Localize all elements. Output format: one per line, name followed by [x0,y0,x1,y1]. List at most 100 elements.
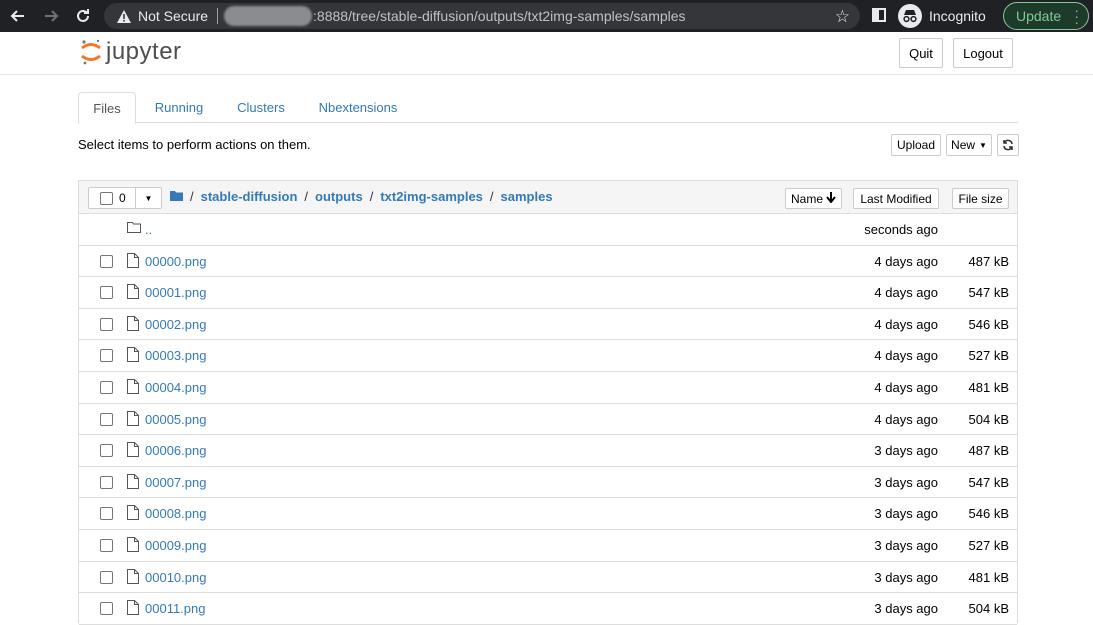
tab-clusters[interactable]: Clusters [228,92,294,123]
table-row[interactable]: 00007.png 3 days ago 547 kB [79,466,1017,499]
file-name-link[interactable]: 00004.png [145,380,206,395]
incognito-indicator[interactable]: Incognito [898,3,986,29]
security-label[interactable]: Not Secure [138,8,208,24]
row-checkbox[interactable] [100,570,113,584]
logo-text: jupyter [106,38,182,65]
row-checkbox[interactable] [100,444,113,458]
tab-files[interactable]: Files [78,92,136,124]
file-name-link[interactable]: 00002.png [145,317,206,332]
side-panel-icon[interactable] [872,8,886,22]
file-name-link[interactable]: 00001.png [145,285,206,300]
file-modified: 4 days ago [874,253,938,269]
bookmark-star-icon[interactable]: ☆ [835,7,850,27]
row-checkbox[interactable] [100,507,113,521]
row-checkbox[interactable] [100,538,113,552]
sort-by-modified-button[interactable]: Last Modified [853,188,939,209]
new-dropdown-button[interactable]: New ▼ [946,134,992,156]
row-checkbox[interactable] [100,286,113,300]
breadcrumb-item[interactable]: txt2img-samples [380,189,483,204]
file-size: 527 kB [968,537,1009,553]
file-name-link[interactable]: 00006.png [145,443,206,458]
table-row[interactable]: 00005.png 4 days ago 504 kB [79,403,1017,436]
back-button[interactable] [4,2,32,30]
file-list-header: 0 ▼ / stable-diffusion / outputs / txt2i… [79,181,1017,214]
file-icon [127,473,139,492]
file-name-link[interactable]: 00011.png [145,601,206,616]
file-modified: 3 days ago [874,506,938,522]
folder-outline-icon [127,221,141,236]
row-checkbox[interactable] [100,317,113,331]
file-name-link[interactable]: 00007.png [145,475,206,490]
file-name-link[interactable]: 00008.png [145,506,206,521]
sort-by-size-button[interactable]: File size [952,188,1009,209]
file-name-link[interactable]: 00000.png [145,254,206,269]
file-size: 527 kB [968,348,1009,364]
incognito-icon [898,4,922,28]
table-row[interactable]: 00001.png 4 days ago 547 kB [79,277,1017,309]
file-icon [127,410,139,429]
table-row[interactable]: 00003.png 4 days ago 527 kB [79,340,1017,372]
select-all-checkbox[interactable] [100,191,113,205]
file-modified: 3 days ago [874,537,938,553]
table-row[interactable]: 00010.png 3 days ago 481 kB [79,561,1017,594]
file-icon [127,600,139,618]
file-modified: 4 days ago [874,379,938,395]
incognito-label: Incognito [929,8,986,24]
file-size: 481 kB [968,379,1009,395]
quit-button[interactable]: Quit [899,38,943,68]
logout-button[interactable]: Logout [953,38,1013,68]
file-icon [127,536,139,555]
file-name-link[interactable]: 00003.png [145,348,206,363]
file-modified: 3 days ago [874,569,938,585]
refresh-button[interactable] [997,134,1019,156]
parent-directory-row[interactable]: .. seconds ago [79,214,1017,246]
breadcrumb: / stable-diffusion / outputs / txt2img-s… [170,189,553,204]
file-modified: 4 days ago [874,316,938,332]
select-all-control[interactable]: 0 ▼ [88,187,162,209]
row-checkbox[interactable] [100,349,113,363]
jupyter-logo[interactable]: jupyter [80,38,182,66]
file-icon [127,252,139,271]
tab-running[interactable]: Running [144,92,214,123]
sort-by-name-button[interactable]: Name [785,188,842,209]
table-row[interactable]: 00011.png 3 days ago 504 kB [79,593,1017,625]
update-button[interactable]: Update · · · [1003,2,1089,30]
row-checkbox[interactable] [100,380,113,394]
row-checkbox[interactable] [100,254,113,268]
file-name-link[interactable]: 00009.png [145,538,206,553]
parent-modified: seconds ago [864,222,938,237]
selected-count: 0 [119,191,126,205]
file-size: 481 kB [968,569,1009,585]
tab-nbextensions[interactable]: Nbextensions [310,92,406,123]
table-row[interactable]: 00008.png 3 days ago 546 kB [79,498,1017,530]
file-modified: 3 days ago [874,474,938,490]
address-separator [217,8,219,24]
file-icon [127,568,139,587]
file-list: 0 ▼ / stable-diffusion / outputs / txt2i… [78,180,1018,625]
redacted-host [224,6,313,26]
file-name-link[interactable]: 00010.png [145,570,206,585]
select-menu-caret-icon[interactable]: ▼ [135,188,161,208]
reload-button[interactable] [69,2,97,30]
file-name-link[interactable]: 00005.png [145,412,206,427]
forward-button[interactable] [37,2,65,30]
file-modified: 4 days ago [874,348,938,364]
row-checkbox[interactable] [100,602,113,616]
breadcrumb-item[interactable]: stable-diffusion [201,189,298,204]
row-checkbox[interactable] [100,412,113,426]
breadcrumb-item[interactable]: outputs [315,189,363,204]
table-row[interactable]: 00000.png 4 days ago 487 kB [79,245,1017,278]
table-row[interactable]: 00006.png 3 days ago 487 kB [79,435,1017,467]
breadcrumb-item[interactable]: samples [501,189,553,204]
table-row[interactable]: 00004.png 4 days ago 481 kB [79,371,1017,404]
row-checkbox[interactable] [100,475,113,489]
update-label: Update [1016,8,1062,24]
parent-directory-link[interactable]: .. [145,222,152,237]
table-row[interactable]: 00009.png 3 days ago 527 kB [79,529,1017,562]
file-size: 504 kB [968,411,1009,427]
table-row[interactable]: 00002.png 4 days ago 546 kB [79,308,1017,341]
address-bar[interactable]: Not Secure :8888/tree/stable-diffusion/o… [104,3,860,29]
upload-button[interactable]: Upload [891,134,941,156]
folder-icon[interactable] [170,189,183,204]
url-text[interactable]: :8888/tree/stable-diffusion/outputs/txt2… [313,8,686,24]
